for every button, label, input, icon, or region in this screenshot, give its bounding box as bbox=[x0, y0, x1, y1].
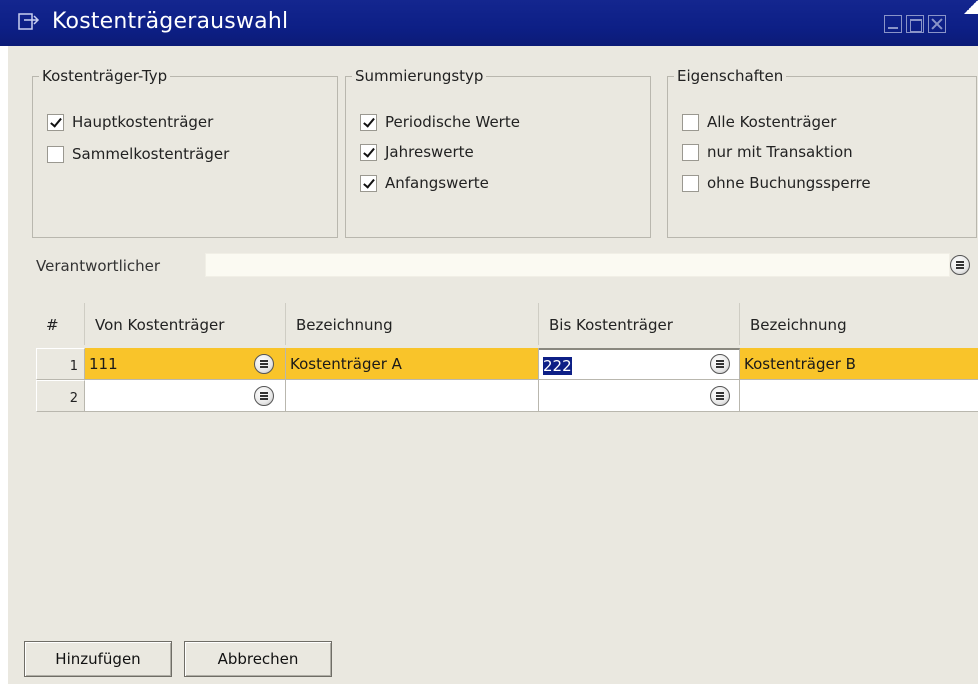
checkbox-row-collective-cost-object[interactable]: Sammelkostenträger bbox=[47, 143, 229, 165]
window-title: Kostenträgerauswahl bbox=[52, 9, 289, 34]
to-cost-object-value[interactable]: 222 bbox=[543, 357, 572, 375]
responsible-list-picker-icon[interactable] bbox=[950, 255, 970, 275]
row-number-2[interactable]: 2 bbox=[36, 380, 85, 412]
all-cost-objects-checkbox[interactable] bbox=[682, 113, 699, 131]
title-bar-corner bbox=[964, 0, 978, 14]
main-cost-object-label: Hauptkostenträger bbox=[72, 113, 214, 131]
summation-type-legend: Summierungstyp bbox=[352, 67, 487, 85]
cost-object-selection-window: Kostenträgerauswahl Kostenträger-Typ Hau… bbox=[0, 0, 978, 684]
only-with-transaction-label: nur mit Transaktion bbox=[707, 143, 853, 161]
form-icon bbox=[18, 13, 40, 30]
from-cost-object-value: 111 bbox=[89, 355, 118, 373]
collective-cost-object-checkbox[interactable] bbox=[47, 145, 64, 163]
summation-type-group: Summierungstyp Periodische Werte Jahresw… bbox=[345, 67, 651, 238]
without-posting-block-checkbox[interactable] bbox=[682, 174, 699, 192]
properties-legend: Eigenschaften bbox=[674, 67, 787, 85]
periodic-values-checkbox[interactable] bbox=[360, 113, 377, 131]
checkbox-row-only-with-transaction[interactable]: nur mit Transaktion bbox=[682, 141, 853, 163]
row-number-1[interactable]: 1 bbox=[36, 348, 85, 380]
from-description-cell bbox=[286, 380, 539, 412]
from-cost-object-picker-icon[interactable] bbox=[254, 386, 274, 406]
to-cost-object-picker-icon[interactable] bbox=[710, 386, 730, 406]
column-header-to-cost-object[interactable]: Bis Kostenträger bbox=[539, 303, 740, 345]
close-button[interactable] bbox=[928, 15, 946, 33]
cancel-button[interactable]: Abbrechen bbox=[184, 641, 332, 677]
all-cost-objects-label: Alle Kostenträger bbox=[707, 113, 837, 131]
responsible-input[interactable] bbox=[205, 253, 950, 277]
annual-values-label: Jahreswerte bbox=[385, 143, 474, 161]
checkbox-row-without-posting-block[interactable]: ohne Buchungssperre bbox=[682, 172, 871, 194]
opening-values-label: Anfangswerte bbox=[385, 174, 489, 192]
column-header-from-cost-object[interactable]: Von Kostenträger bbox=[85, 303, 286, 345]
main-cost-object-checkbox[interactable] bbox=[47, 113, 64, 131]
to-cost-object-picker-icon[interactable] bbox=[710, 354, 730, 374]
to-description-cell: Kostenträger B bbox=[740, 348, 978, 380]
properties-group: Eigenschaften Alle Kostenträger nur mit … bbox=[667, 67, 977, 238]
only-with-transaction-checkbox[interactable] bbox=[682, 143, 699, 161]
from-description-cell: Kostenträger A bbox=[286, 348, 539, 380]
checkbox-row-periodic-values[interactable]: Periodische Werte bbox=[360, 111, 520, 133]
column-header-to-description[interactable]: Bezeichnung bbox=[740, 303, 978, 345]
annual-values-checkbox[interactable] bbox=[360, 143, 377, 161]
checkbox-row-all-cost-objects[interactable]: Alle Kostenträger bbox=[682, 111, 836, 133]
cost-object-type-legend: Kostenträger-Typ bbox=[39, 67, 171, 85]
periodic-values-label: Periodische Werte bbox=[385, 113, 520, 131]
checkbox-row-annual-values[interactable]: Jahreswerte bbox=[360, 141, 474, 163]
checkbox-row-opening-values[interactable]: Anfangswerte bbox=[360, 172, 489, 194]
column-header-from-description[interactable]: Bezeichnung bbox=[286, 303, 539, 345]
title-bar[interactable]: Kostenträgerauswahl bbox=[0, 0, 978, 46]
column-header-number: # bbox=[36, 303, 85, 345]
opening-values-checkbox[interactable] bbox=[360, 174, 377, 192]
without-posting-block-label: ohne Buchungssperre bbox=[707, 174, 871, 192]
from-cost-object-picker-icon[interactable] bbox=[254, 354, 274, 374]
cost-object-type-group: Kostenträger-Typ Hauptkostenträger Samme… bbox=[32, 67, 338, 238]
to-description-cell bbox=[740, 380, 978, 412]
maximize-button[interactable] bbox=[906, 15, 924, 33]
responsible-label: Verantwortlicher bbox=[36, 257, 161, 275]
checkbox-row-main-cost-object[interactable]: Hauptkostenträger bbox=[47, 111, 213, 133]
add-button[interactable]: Hinzufügen bbox=[24, 641, 172, 677]
minimize-button[interactable] bbox=[884, 15, 902, 33]
collective-cost-object-label: Sammelkostenträger bbox=[72, 145, 230, 163]
